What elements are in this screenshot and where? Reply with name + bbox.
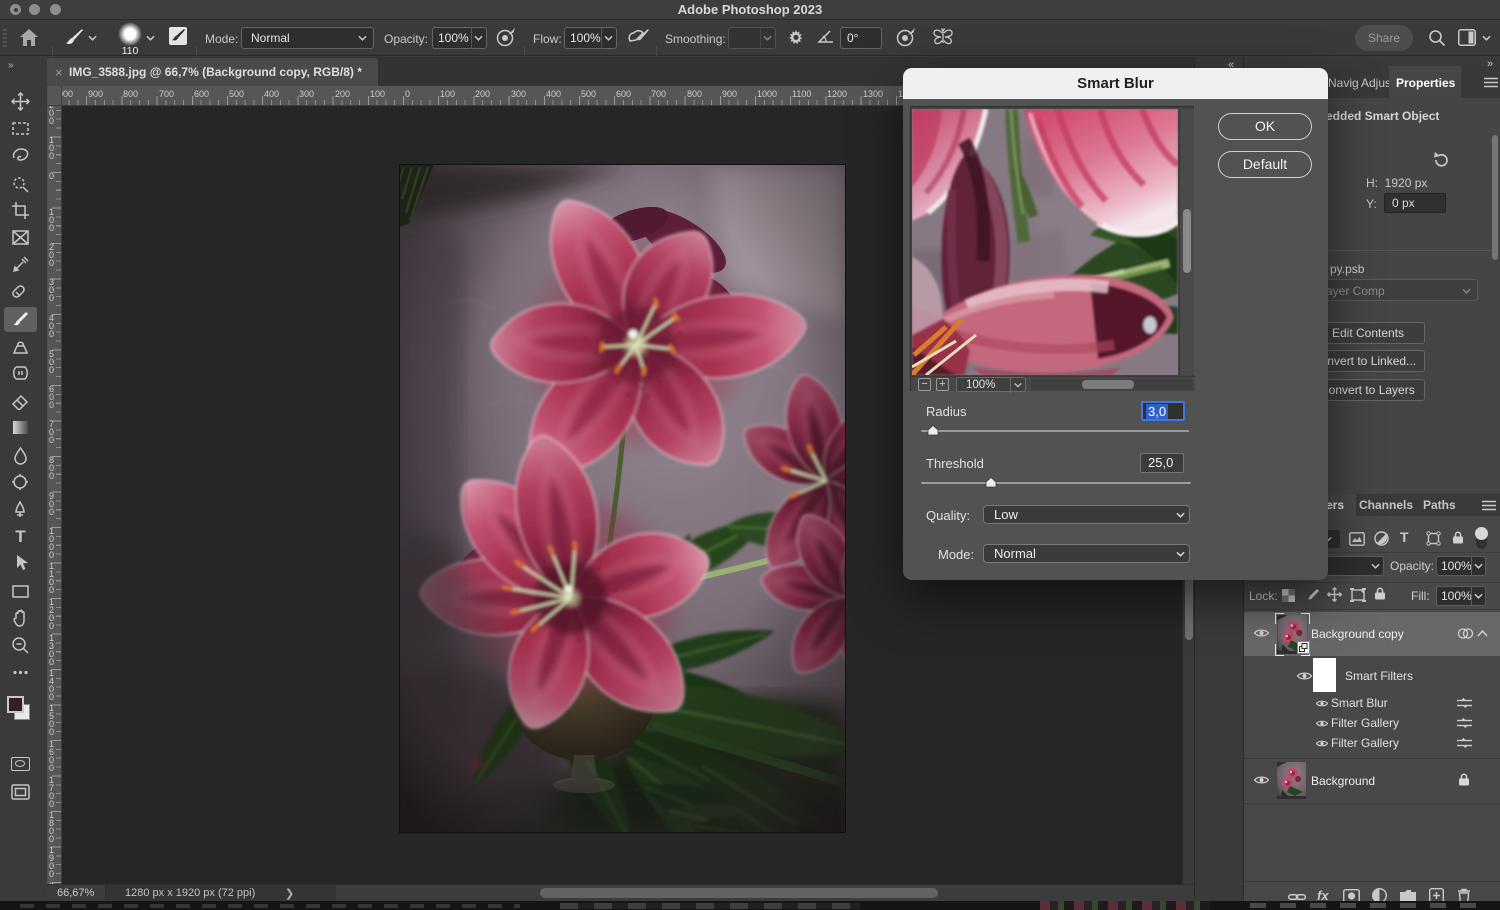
svg-text:T: T [15, 527, 26, 546]
